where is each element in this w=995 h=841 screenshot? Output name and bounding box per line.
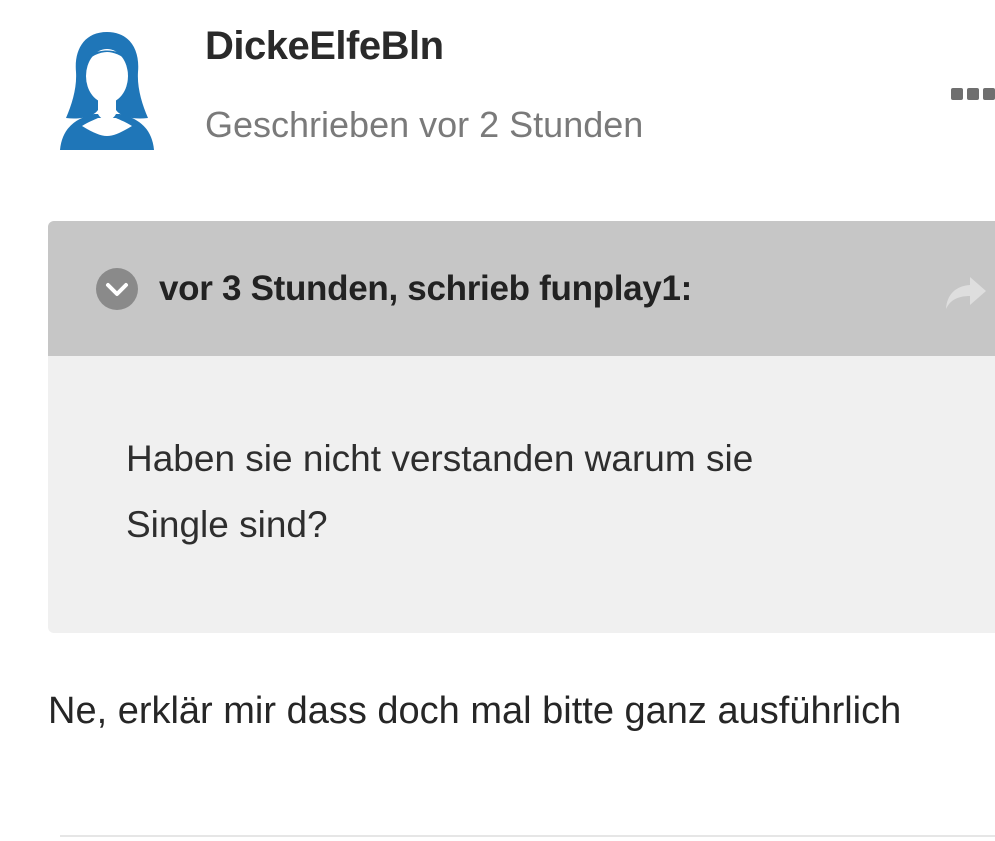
quote-author-line: vor 3 Stunden, schrieb funplay1: <box>159 269 693 308</box>
avatar[interactable] <box>54 30 160 150</box>
chevron-down-circle-icon <box>106 283 128 296</box>
author-name[interactable]: DickeElfeBln <box>205 20 444 72</box>
quote-body-line: Haben sie nicht verstanden warum sie <box>126 438 754 479</box>
quote-body: Haben sie nicht verstanden warum sie Sin… <box>126 426 906 558</box>
quote-header: vor 3 Stunden, schrieb funplay1: <box>48 221 995 356</box>
post-divider <box>60 835 995 837</box>
post-timestamp: Geschrieben vor 2 Stunden <box>205 104 644 145</box>
expand-quote-button[interactable] <box>96 268 138 310</box>
female-user-avatar-icon <box>60 32 154 150</box>
post-header: DickeElfeBln Geschrieben vor 2 Stunden <box>0 0 995 200</box>
more-dots-icon <box>967 88 979 100</box>
quote-body-line: Single sind? <box>126 504 328 545</box>
share-arrow-icon <box>946 277 986 309</box>
more-dots-icon <box>951 88 963 100</box>
post-content: Ne, erklär mir dass doch mal bitte ganz … <box>48 690 902 732</box>
share-quote-button[interactable] <box>944 275 988 311</box>
more-dots-icon <box>983 88 995 100</box>
quoted-post: vor 3 Stunden, schrieb funplay1: Haben s… <box>48 221 995 633</box>
more-options-button[interactable] <box>945 84 995 104</box>
